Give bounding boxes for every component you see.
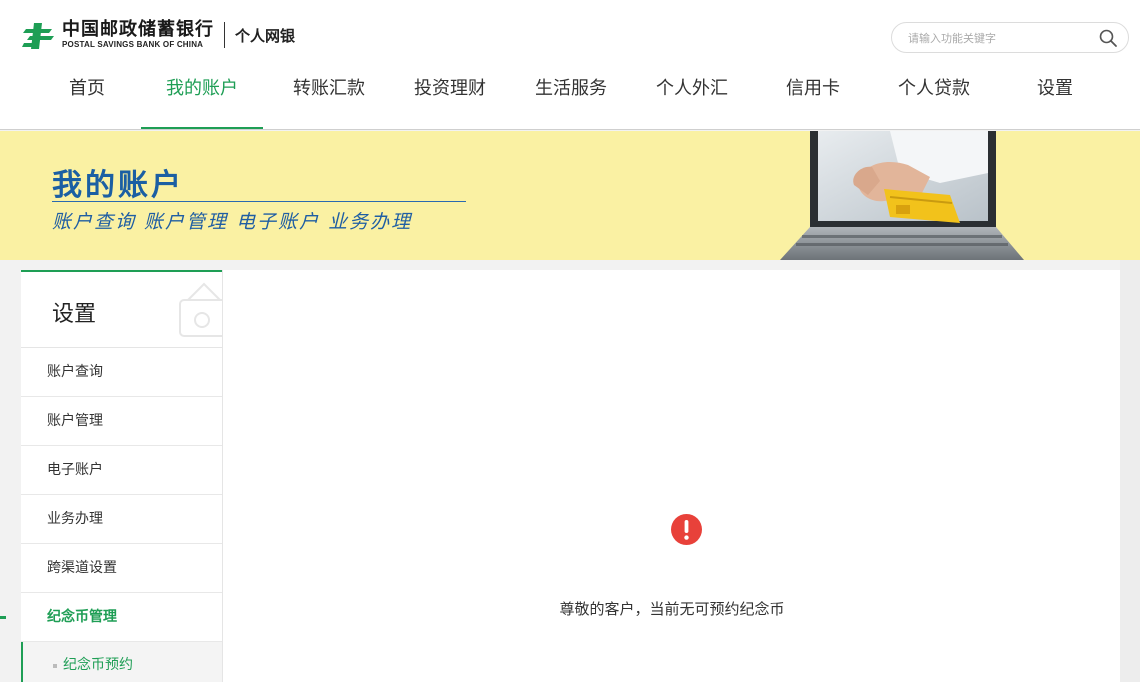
main-content: 尊敬的客户，当前无可预约纪念币 bbox=[222, 270, 1120, 682]
banner-divider bbox=[52, 201, 466, 202]
search-icon[interactable] bbox=[1098, 28, 1118, 48]
site-subtitle: 个人网银 bbox=[235, 26, 296, 45]
sidebar-item-label: 纪念币管理 bbox=[47, 609, 117, 625]
bank-logo-icon bbox=[22, 23, 54, 49]
sidebar-item-account-management[interactable]: 账户管理 bbox=[21, 397, 222, 446]
nav-foreign-exchange[interactable]: 个人外汇 bbox=[631, 70, 753, 129]
sidebar-subitem-coin-reservation[interactable]: 纪念币预约 bbox=[21, 642, 222, 682]
sidebar-item-coin-management[interactable]: 纪念币管理 bbox=[0, 593, 222, 642]
sidebar-item-e-account[interactable]: 电子账户 bbox=[21, 446, 222, 495]
nav-credit-card[interactable]: 信用卡 bbox=[752, 70, 874, 129]
sidebar-header: 设置 bbox=[21, 272, 222, 348]
active-marker bbox=[0, 616, 6, 619]
page-gutter bbox=[1120, 260, 1140, 682]
sidebar: 设置 账户查询 账户管理 电子账户 业务办理 跨渠道设置 纪念币管理 纪念币预约 bbox=[0, 270, 222, 682]
nav-life-services[interactable]: 生活服务 bbox=[510, 70, 632, 129]
sidebar-subitem-label: 纪念币预约 bbox=[63, 657, 133, 673]
nav-my-account[interactable]: 我的账户 bbox=[141, 70, 263, 129]
search-box bbox=[891, 22, 1129, 53]
sidebar-item-business[interactable]: 业务办理 bbox=[21, 495, 222, 544]
bank-name-cn: 中国邮政储蓄银行 bbox=[62, 19, 214, 40]
bank-name-en: POSTAL SAVINGS BANK OF CHINA bbox=[62, 40, 204, 49]
exclamation-circle-icon bbox=[671, 514, 702, 545]
nav-settings[interactable]: 设置 bbox=[994, 70, 1116, 129]
banner-subtitle: 账户查询 账户管理 电子账户 业务办理 bbox=[52, 211, 413, 233]
main-nav: 首页 我的账户 转账汇款 投资理财 生活服务 个人外汇 信用卡 个人贷款 设置 bbox=[0, 70, 1140, 130]
nav-personal-loan[interactable]: 个人贷款 bbox=[873, 70, 995, 129]
empty-state-message: 尊敬的客户，当前无可预约纪念币 bbox=[559, 600, 785, 618]
sidebar-item-account-inquiry[interactable]: 账户查询 bbox=[21, 348, 222, 397]
search-input[interactable] bbox=[908, 29, 1078, 47]
laptop-card-illustration bbox=[780, 131, 1024, 260]
nav-transfer[interactable]: 转账汇款 bbox=[268, 70, 390, 129]
bullet-icon bbox=[53, 664, 57, 668]
sidebar-item-cross-channel[interactable]: 跨渠道设置 bbox=[21, 544, 222, 593]
nav-home[interactable]: 首页 bbox=[26, 70, 148, 129]
nav-investment[interactable]: 投资理财 bbox=[389, 70, 511, 129]
logo-divider bbox=[224, 22, 225, 48]
bank-logo[interactable]: 中国邮政储蓄银行 POSTAL SAVINGS BANK OF CHINA 个人… bbox=[22, 18, 295, 52]
banner-title: 我的账户 bbox=[52, 168, 184, 203]
sidebar-title: 设置 bbox=[52, 302, 97, 327]
top-header: 中国邮政储蓄银行 POSTAL SAVINGS BANK OF CHINA 个人… bbox=[0, 0, 1140, 130]
section-banner: 我的账户 账户查询 账户管理 电子账户 业务办理 bbox=[0, 131, 1140, 260]
wallet-icon bbox=[179, 282, 222, 337]
